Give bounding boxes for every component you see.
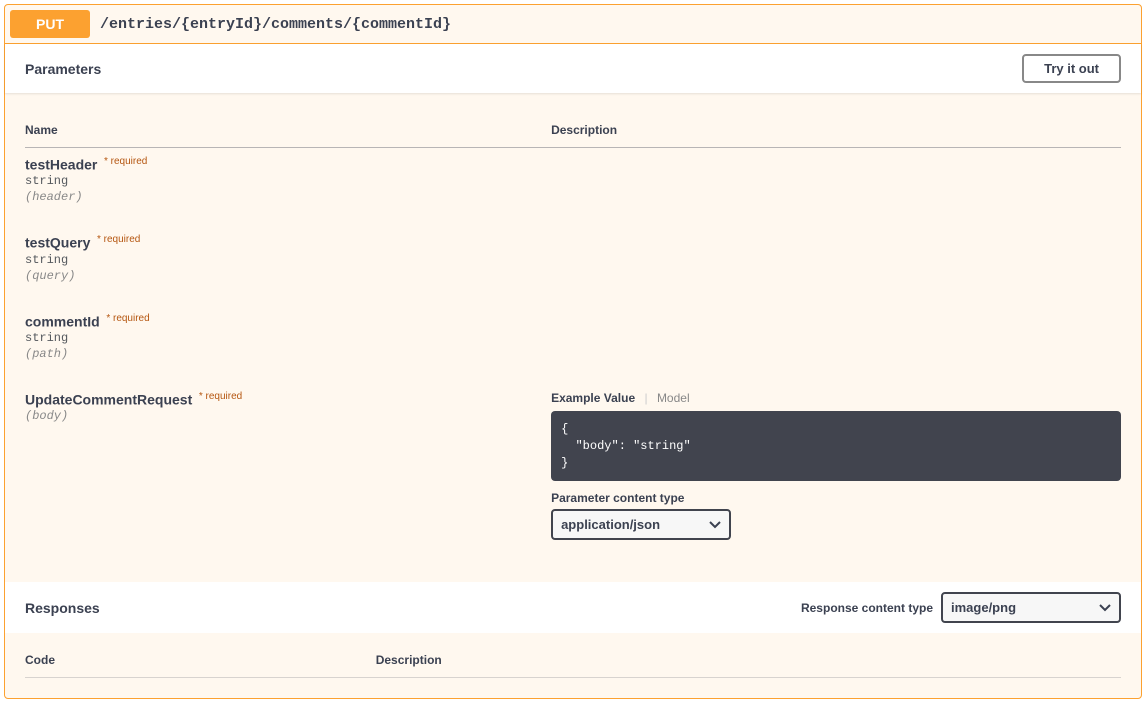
param-name: testQuery — [25, 235, 90, 251]
operation-path: /entries/{entryId}/comments/{commentId} — [90, 16, 461, 33]
required-badge: * required — [101, 156, 147, 167]
param-name: UpdateCommentRequest — [25, 391, 192, 407]
required-badge: * required — [94, 234, 140, 245]
required-badge: * required — [196, 391, 242, 402]
table-row: commentId * required string (path) — [25, 305, 1121, 383]
parameters-table: Name Description testHeader * required s… — [25, 113, 1121, 562]
example-json[interactable]: { "body": "string" } — [551, 411, 1121, 481]
response-content-type-label: Response content type — [801, 601, 933, 615]
col-header-name: Name — [25, 113, 551, 148]
tab-model[interactable]: Model — [657, 391, 690, 405]
table-row: UpdateCommentRequest * required (body) E… — [25, 383, 1121, 562]
parameters-title: Parameters — [25, 61, 1022, 77]
col-header-description: Description — [551, 113, 1121, 148]
operation-summary[interactable]: PUT /entries/{entryId}/comments/{comment… — [5, 5, 1141, 44]
param-content-type-label: Parameter content type — [551, 491, 1121, 505]
parameters-header: Parameters Try it out — [5, 44, 1141, 93]
operation-body: Parameters Try it out Name Description t… — [5, 44, 1141, 698]
param-type: string — [25, 251, 551, 267]
table-row: testQuery * required string (query) — [25, 226, 1121, 304]
responses-title: Responses — [25, 600, 801, 616]
param-name: commentId — [25, 313, 100, 329]
param-in: (body) — [25, 407, 551, 423]
param-name: testHeader — [25, 156, 97, 172]
response-content-type-select[interactable]: image/png — [941, 592, 1121, 623]
responses-header: Responses Response content type image/pn… — [5, 582, 1141, 633]
table-row: testHeader * required string (header) — [25, 148, 1121, 227]
param-in: (path) — [25, 345, 551, 361]
model-example-tabs: Example Value | Model — [551, 391, 1121, 411]
tab-example-value[interactable]: Example Value — [551, 391, 635, 405]
param-in: (query) — [25, 267, 551, 283]
param-content-type-select[interactable]: application/json — [551, 509, 731, 540]
operation-block: PUT /entries/{entryId}/comments/{comment… — [4, 4, 1142, 699]
required-badge: * required — [103, 313, 149, 324]
try-it-out-button[interactable]: Try it out — [1022, 54, 1121, 83]
param-in: (header) — [25, 188, 551, 204]
param-type: string — [25, 329, 551, 345]
http-method-badge: PUT — [10, 10, 90, 38]
param-type: string — [25, 172, 551, 188]
